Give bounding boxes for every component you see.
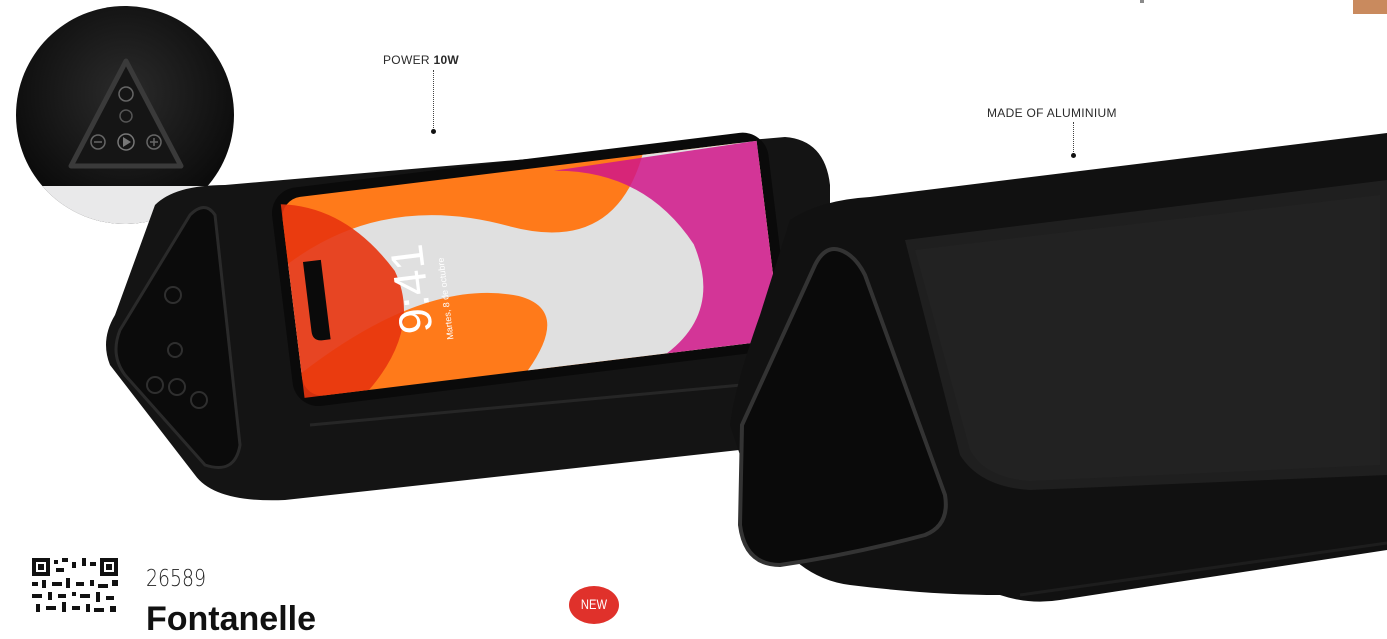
new-badge: NEW <box>569 586 619 624</box>
speaker-aluminium-image <box>730 133 1387 602</box>
material-callout-label: MADE OF ALUMINIUM <box>987 106 1117 120</box>
qr-code-icon <box>32 558 118 612</box>
product-code: 26589 <box>146 566 207 592</box>
power-callout-value: 10W <box>433 53 460 67</box>
power-callout-prefix: POWER <box>383 53 434 67</box>
power-callout-label: POWER 10W <box>383 53 459 67</box>
phone-time: 9:41 <box>380 242 443 337</box>
new-badge-label: NEW <box>580 596 608 612</box>
top-mark <box>1140 0 1144 3</box>
product-name: Fontanelle <box>146 600 317 638</box>
speaker-with-phone-image: 9:41 Martes, 8 de octubre <box>106 132 830 501</box>
corner-accent-tab <box>1353 0 1387 14</box>
